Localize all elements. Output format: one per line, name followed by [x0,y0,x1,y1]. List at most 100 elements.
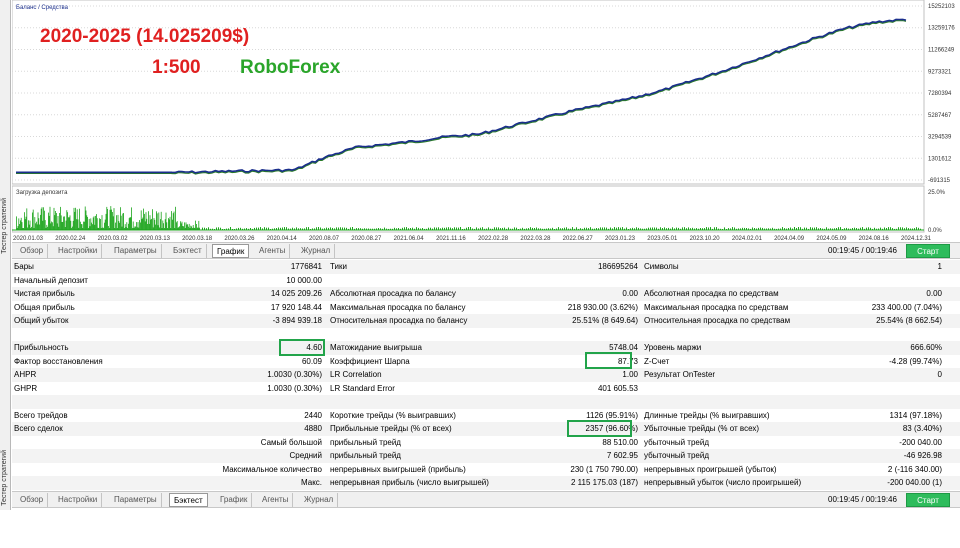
stat-label: Тики [330,262,347,271]
stat-value: 2 (-116 340.00) [887,464,942,474]
deposit-load-bar [32,212,33,230]
stats-row: Общий убыток -3 894 939.18 Относительная п… [12,314,960,328]
tab-settings[interactable]: Настройки [54,244,103,258]
page-bottom-margin [0,510,960,548]
deposit-load-bar [28,220,29,230]
chart-legend: Баланс / Средства [16,5,69,11]
tab-graph[interactable]: График [212,244,250,258]
deposit-load-bar [192,225,194,230]
deposit-load-bar [146,218,148,230]
deposit-load-bar [41,207,43,230]
deposit-load-bar [59,213,60,230]
stat-value: 1.0030 (0.30%) [267,383,322,393]
deposit-load-bar [113,208,115,230]
deposit-load-bar [180,223,182,230]
stats-row: Фактор восстановления 60.09 Коэффициент Ша… [12,355,960,369]
deposit-load-bar [46,224,48,230]
deposit-load-bar [140,210,142,230]
deposit-load-bar [65,220,67,230]
deposit-load-bar [198,220,200,230]
stat-label: LR Standard Error [330,383,395,393]
deposit-load-bar [87,217,88,230]
deposit-load-bar [52,222,53,230]
deposit-load-bar [39,224,40,230]
deposit-load-bar [126,222,128,230]
deposit-load-bar [21,222,23,230]
deposit-load-bar [75,207,76,230]
stat-label: убыточный трейд [644,451,709,460]
tab-overview[interactable]: Обзор [16,244,49,258]
deposit-load-bar [176,222,177,230]
tab-parameters[interactable]: Параметры [110,244,162,258]
stat-value: 4880 [304,424,322,433]
deposit-load-bar [79,208,80,230]
stat-label: убыточный трейд [644,437,709,447]
deposit-load-bar [115,222,116,230]
deposit-load-bar [196,224,197,230]
tab-graph[interactable]: График [216,493,253,507]
tab-journal[interactable]: Журнал [300,493,339,507]
deposit-load-bar [99,218,100,230]
deposit-load-bar [20,217,22,230]
deposit-load-bar [34,217,36,230]
deposit-load-bar [176,221,178,230]
stat-value: 1776841 [290,262,322,271]
deposit-load-bar [60,215,62,230]
stat-value: 25.51% (8 649.64) [572,316,638,325]
deposit-load-bar [150,219,152,230]
stats-row: Начальный депозит 10 000.00 [12,274,960,288]
deposit-load-bar [144,213,145,230]
tab-agents[interactable]: Агенты [258,493,294,507]
tab-settings[interactable]: Настройки [54,493,103,507]
deposit-load-bar [35,223,36,230]
deposit-load-bar [24,219,26,230]
stat-label: Уровень маржи [644,343,702,352]
stat-value: 17 920 148.44 [270,302,322,312]
deposit-load-bar [49,206,51,230]
stat-label: Результат OnTester [644,370,716,379]
tab-backtest[interactable]: Бэктест [169,244,207,258]
tab-backtest[interactable]: Бэктест [169,493,208,507]
start-button[interactable]: Старт [906,493,950,507]
deposit-load-bar [56,223,58,230]
stat-label: Прибыльные трейды (% от всех) [330,424,452,433]
stats-row: Максимальное количество непрерывных выигр… [12,463,960,477]
stat-label: AHPR [14,370,37,379]
deposit-load-bar [88,218,90,230]
stat-value: 666.60% [910,343,942,352]
deposit-load-bar [28,224,30,230]
deposit-load-bar [128,223,129,230]
deposit-load-bar [169,216,171,230]
deposit-load-bar [149,215,151,230]
deposit-load-bar [80,221,81,230]
balance-chart: Баланс / Средства 2020-2025 (14.025209$)… [11,0,955,242]
deposit-load-bar [68,217,70,230]
deposit-load-bar [83,221,84,230]
deposit-load-bar [37,212,39,230]
deposit-load-label: Загрузка депозита [16,190,68,196]
deposit-load-bar [182,226,184,230]
deposit-load-bar [168,218,169,230]
deposit-load-bar [108,226,109,230]
deposit-load-bar [145,212,147,230]
stat-value [792,274,942,288]
stats-row: Всего трейдов 2440 Короткие трейды (% выиг… [12,409,960,423]
deposit-load-bar [95,215,96,230]
tab-overview[interactable]: Обзор [16,493,49,507]
start-button[interactable]: Старт [906,244,950,258]
stat-value: 10 000.00 [286,275,322,285]
tab-agents[interactable]: Агенты [255,244,291,258]
tab-parameters[interactable]: Параметры [110,493,162,507]
deposit-tick-top: 25.0% [928,190,946,196]
backtest-results-table: Бары 1776841 Тики 186695264 Символы 1 Начальны… [12,260,960,491]
stat-value [482,395,638,409]
deposit-load-bar [96,218,98,230]
stat-label: LR Correlation [330,370,382,379]
deposit-load-bar [19,224,20,230]
tab-journal[interactable]: Журнал [297,244,336,258]
deposit-load-bar [119,222,120,230]
deposit-load-bar [51,221,52,230]
deposit-load-bar [152,209,153,230]
deposit-load-bar [101,215,103,230]
deposit-load-bar [162,220,164,230]
